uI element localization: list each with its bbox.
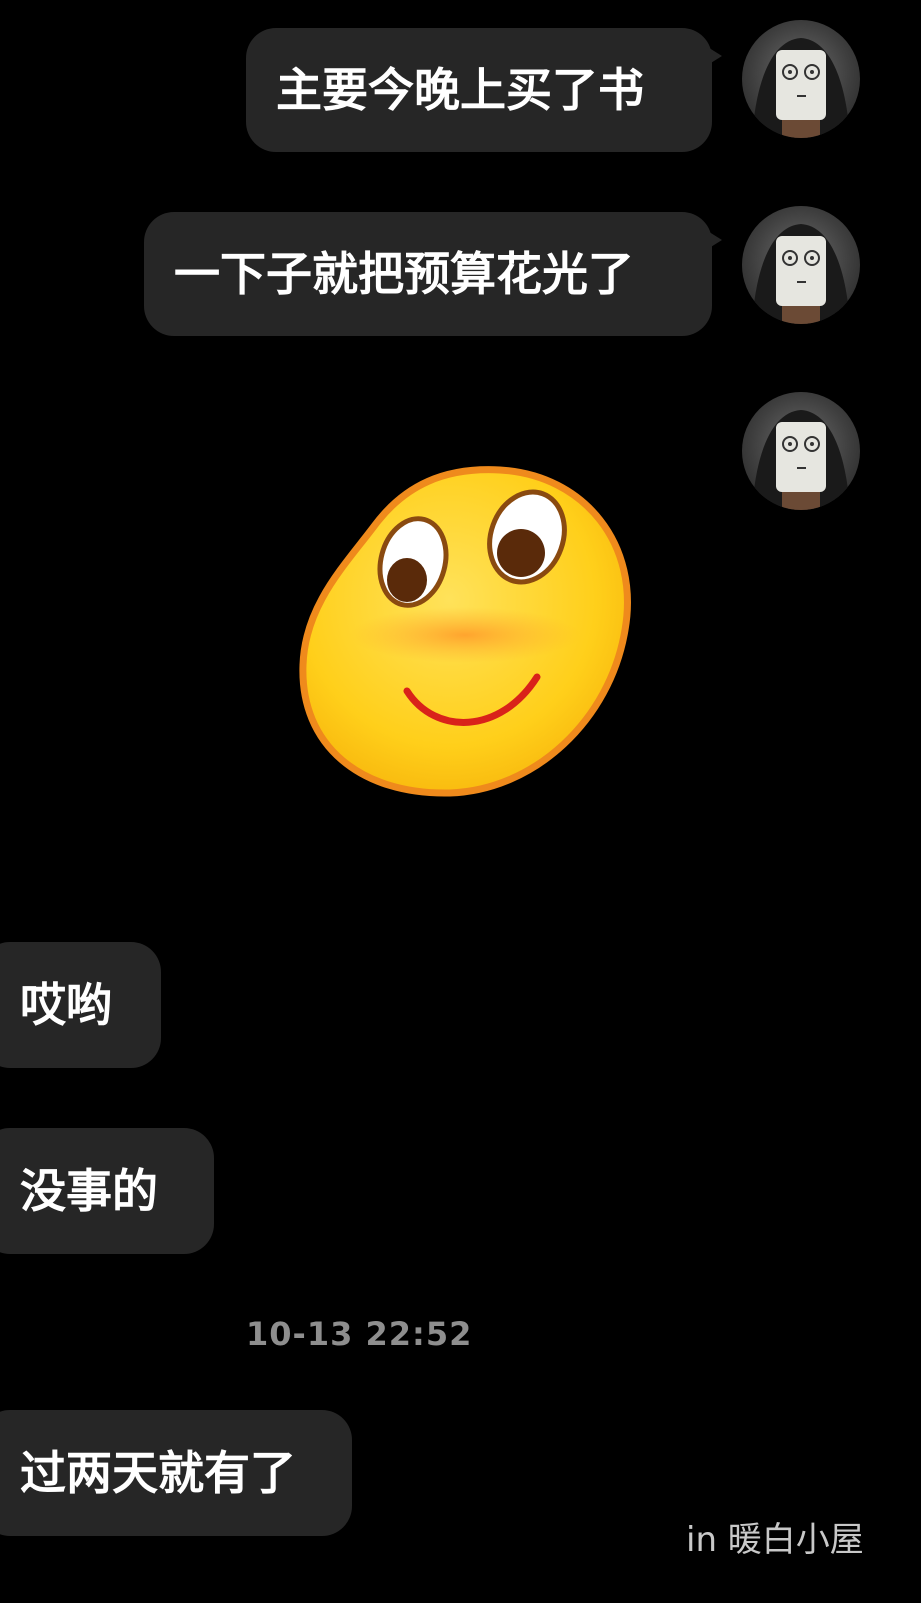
watermark-text: in 暖白小屋 <box>686 1520 864 1560</box>
masked-person-avatar-icon <box>752 38 850 138</box>
message-bubble-incoming[interactable]: 哎哟 <box>0 942 161 1068</box>
message-bubble-outgoing[interactable]: 一下子就把预算花光了 <box>144 212 722 336</box>
bubble-tail <box>706 46 722 66</box>
masked-person-avatar-icon <box>752 410 850 510</box>
masked-person-avatar-icon <box>752 224 850 324</box>
message-timestamp: 10-13 22:52 <box>246 1315 473 1353</box>
message-bubble-incoming[interactable]: 没事的 <box>0 1128 214 1254</box>
message-bubble-incoming[interactable]: 过两天就有了 <box>0 1410 352 1536</box>
message-text: 哎哟 <box>20 978 112 1032</box>
avatar[interactable] <box>742 206 860 324</box>
message-text: 没事的 <box>20 1164 158 1218</box>
message-text: 主要今晚上买了书 <box>276 63 644 117</box>
message-text: 过两天就有了 <box>20 1446 296 1500</box>
bubble-tail <box>706 230 722 250</box>
message-text: 一下子就把预算花光了 <box>174 247 634 301</box>
avatar[interactable] <box>742 392 860 510</box>
smiling-blob-emoji-icon <box>299 466 631 797</box>
message-bubble-outgoing[interactable]: 主要今晚上买了书 <box>246 28 722 152</box>
avatar[interactable] <box>742 20 860 138</box>
sticker-message[interactable] <box>285 455 645 819</box>
